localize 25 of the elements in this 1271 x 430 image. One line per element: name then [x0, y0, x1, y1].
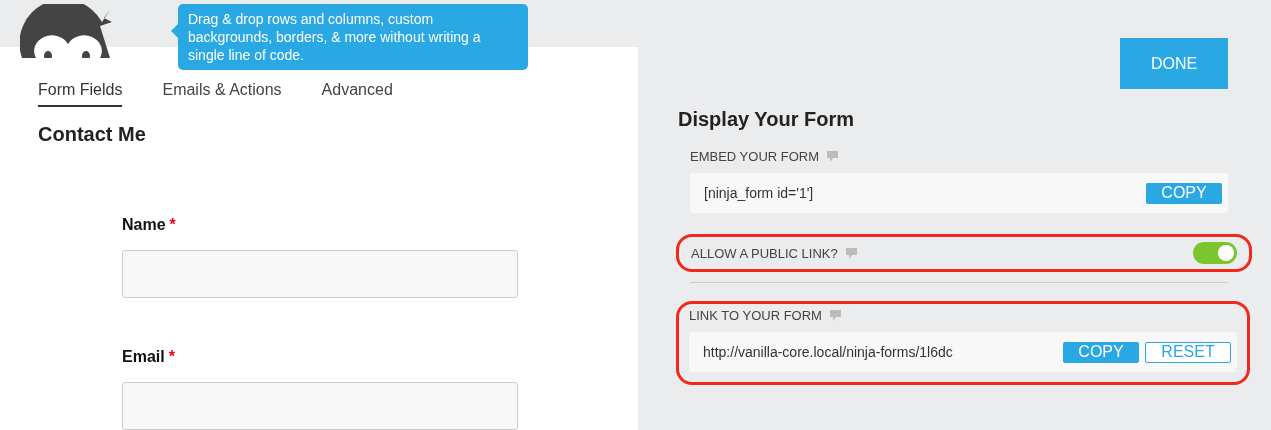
form-title: Contact Me [38, 123, 147, 146]
field-label: Name [122, 216, 166, 234]
setting-label: EMBED YOUR FORM [690, 149, 820, 164]
field-label: Email [122, 348, 165, 366]
comment-icon[interactable] [829, 310, 841, 321]
copy-button[interactable]: COPY [1063, 341, 1139, 363]
section-title: Display Your Form [678, 108, 855, 131]
copy-button[interactable]: COPY [1146, 182, 1222, 204]
setting-label: LINK TO YOUR FORM [689, 308, 822, 323]
tab[interactable]: Emails & Actions [162, 81, 282, 107]
comment-icon[interactable] [827, 151, 839, 162]
tab[interactable]: Form Fields [38, 81, 123, 107]
tab[interactable]: Advanced [321, 81, 393, 107]
required-marker: * [169, 216, 176, 234]
required-marker: * [168, 348, 175, 366]
done-button[interactable]: DONE [1120, 38, 1228, 89]
tooltip-pointer [171, 24, 178, 38]
input-field[interactable] [122, 382, 518, 430]
setting-label: ALLOW A PUBLIC LINK? [691, 245, 838, 261]
tooltip: Drag & drop rows and columns, custom backgrounds, borders, & more without writing a single line of code. [178, 4, 528, 70]
toggle-switch[interactable] [1193, 242, 1237, 264]
comment-icon[interactable] [845, 247, 857, 259]
input-field[interactable] [122, 250, 518, 298]
reset-button[interactable]: RESET [1145, 341, 1231, 363]
embed-code: [ninja_form id='1'] [704, 185, 814, 201]
